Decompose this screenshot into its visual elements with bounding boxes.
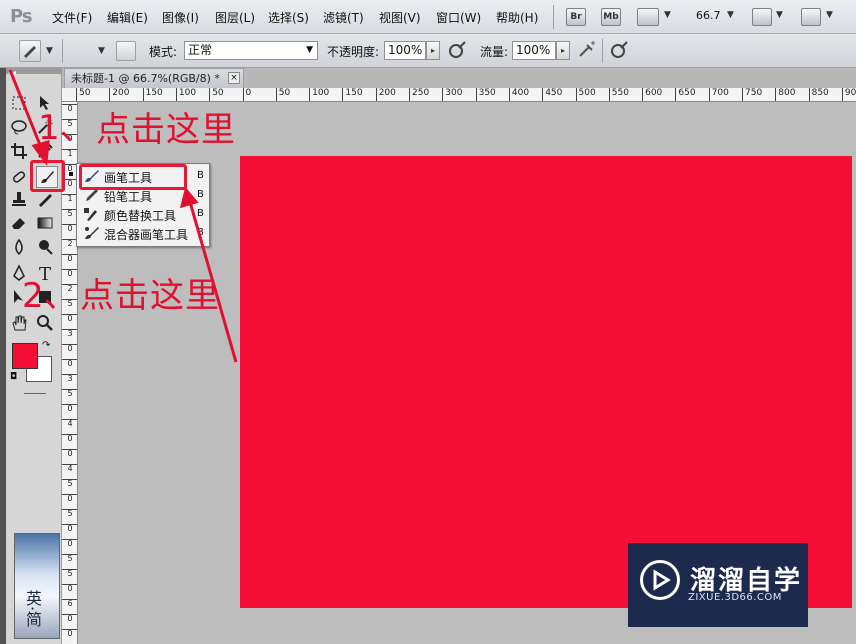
arrowhead-icon [179,186,199,209]
arrow-to-brush-tool [8,69,44,151]
arrow-to-brush-menu-item [188,201,238,363]
play-logo-icon [640,560,680,600]
arrowhead-icon [31,139,50,166]
watermark-url: ZIXUE.3D66.COM [688,592,782,603]
